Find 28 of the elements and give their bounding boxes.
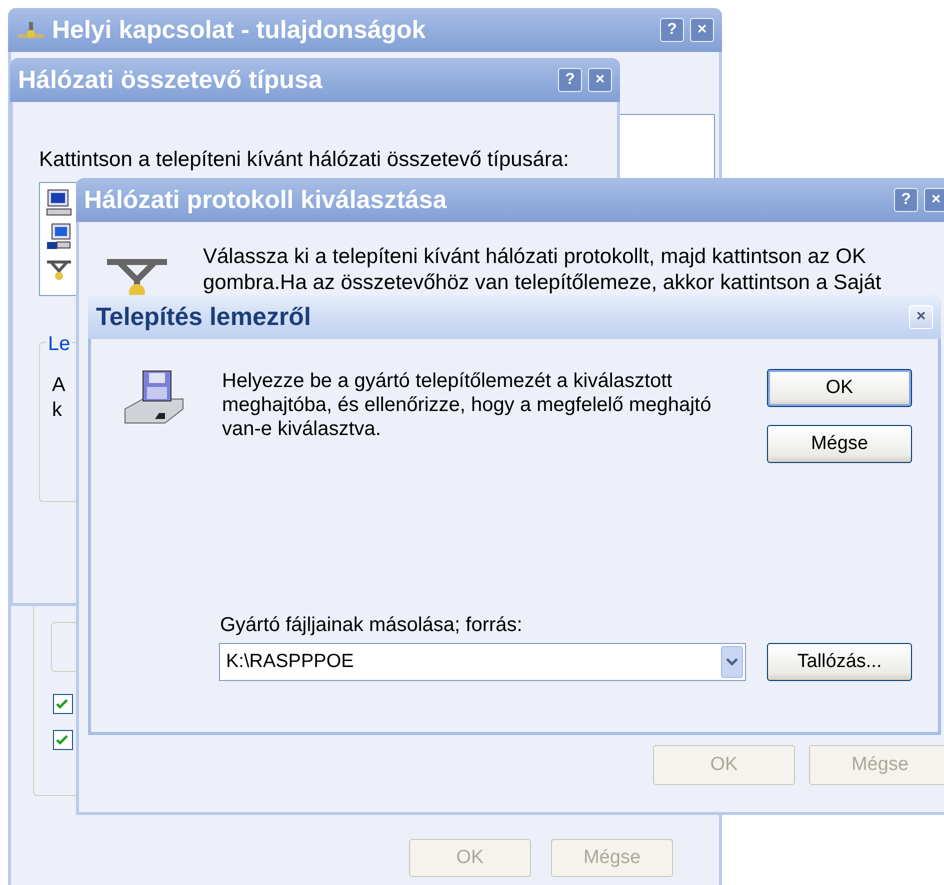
window-title: Hálózati összetevő típusa: [18, 66, 324, 94]
computer-icon: [46, 189, 72, 217]
computer-icon: [46, 223, 72, 251]
path-input[interactable]: K:\RASPPPOE: [226, 651, 721, 673]
source-label: Gyártó fájljainak másolása; forrás:: [220, 613, 524, 637]
window-title: Helyi kapcsolat - tulajdonságok: [52, 16, 427, 44]
help-button[interactable]: ?: [894, 188, 918, 212]
source-combo-box[interactable]: K:\RASPPPOE: [219, 643, 746, 681]
help-button[interactable]: ?: [660, 18, 684, 42]
description-text: k: [52, 398, 62, 422]
window-title: Hálózati protokoll kiválasztása: [84, 186, 448, 214]
browse-button[interactable]: Tallózás...: [767, 643, 912, 681]
ok-button[interactable]: OK: [767, 369, 912, 407]
instruction-text: Helyezze be a gyártó telepítőlemezét a kiválasztott meghajtóba, és ellenőrizze, hogy a megfelelő meghajtó van-e kiválasztva.: [222, 369, 712, 441]
dropdown-icon[interactable]: [721, 646, 743, 678]
help-button[interactable]: ?: [558, 68, 582, 92]
close-button[interactable]: ×: [924, 188, 944, 212]
close-button[interactable]: ×: [588, 68, 612, 92]
description-text: A: [52, 373, 66, 397]
window-title: Telepítés lemezről: [96, 302, 312, 332]
cancel-button[interactable]: Mégse: [767, 425, 912, 463]
instruction-text: Válassza ki a telepíteni kívánt hálózati protokollt, majd kattintson az OK gombra.Ha az összetevőhöz van telepítőlemeze, akkor kattintson a Saját: [203, 244, 882, 296]
prompt-text: Kattintson a telepíteni kívánt hálózati összetevő típusára:: [39, 148, 569, 172]
close-button[interactable]: ×: [909, 305, 933, 329]
network-icon: [16, 19, 46, 41]
close-button[interactable]: ×: [690, 18, 714, 42]
checkbox[interactable]: [53, 730, 73, 750]
checkbox[interactable]: [53, 694, 73, 714]
